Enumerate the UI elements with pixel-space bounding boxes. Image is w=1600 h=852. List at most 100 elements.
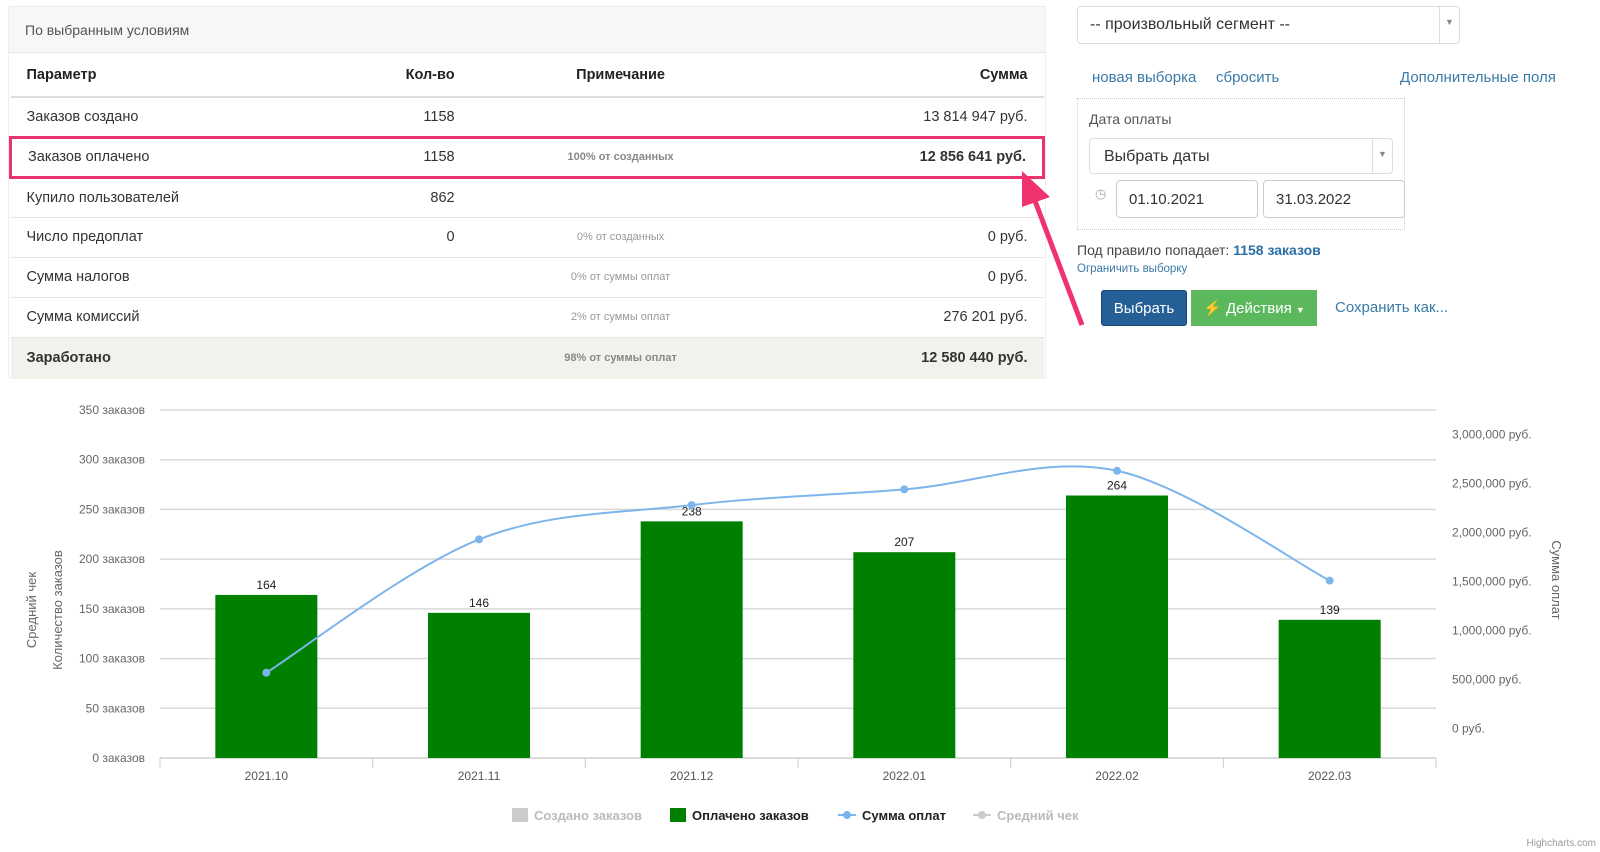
- col-note: Примечание: [470, 53, 771, 98]
- line-point[interactable]: [900, 485, 909, 494]
- qty-cell: 1158: [370, 135, 471, 179]
- legend-marker: [843, 811, 851, 819]
- panel-title: По выбранным условиям: [9, 7, 1045, 53]
- table-row: Сумма налогов 0% от суммы оплат 0 руб.: [10, 257, 1044, 298]
- y-right-label: Сумма оплат: [1549, 540, 1564, 619]
- bar[interactable]: [1278, 619, 1381, 758]
- note-cell: 0% от суммы оплат: [470, 257, 771, 298]
- qty-cell: 0: [370, 217, 471, 258]
- bar[interactable]: [428, 612, 530, 758]
- y-right-tick: 3,000,000 руб.: [1452, 428, 1532, 442]
- summary-table: Параметр Кол-во Примечание Сумма Заказов…: [8, 53, 1045, 379]
- select-button[interactable]: Выбрать: [1101, 290, 1187, 326]
- date-to-input[interactable]: 31.03.2022: [1263, 180, 1405, 218]
- col-param: Параметр: [10, 53, 371, 98]
- legend-swatch[interactable]: [512, 808, 528, 822]
- y-right-tick: 500,000 руб.: [1452, 673, 1522, 687]
- chevron-down-icon: ▼: [1372, 139, 1392, 173]
- segment-value: -- произвольный сегмент --: [1090, 16, 1290, 33]
- new-selection-link[interactable]: новая выборка: [1092, 69, 1196, 86]
- legend-swatch[interactable]: [670, 808, 686, 822]
- reset-link[interactable]: сбросить: [1216, 69, 1279, 86]
- table-row: Сумма комиссий 2% от суммы оплат 276 201 р…: [10, 297, 1044, 338]
- bar[interactable]: [1066, 495, 1168, 758]
- bar-label: 264: [1107, 479, 1127, 493]
- sum-cell: [770, 177, 1044, 218]
- y-right-tick: 1,000,000 руб.: [1452, 624, 1532, 638]
- bar[interactable]: [640, 521, 743, 758]
- rule-count: 1158 заказов: [1233, 242, 1321, 258]
- param-cell: Число предоплат: [10, 217, 371, 258]
- y-right-tick: 2,500,000 руб.: [1452, 477, 1532, 491]
- rule-info: Под правило попадает: 1158 заказов: [1077, 242, 1321, 258]
- rule-prefix: Под правило попадает:: [1077, 242, 1230, 258]
- line-point[interactable]: [687, 501, 696, 510]
- extra-fields-link[interactable]: Дополнительные поля: [1400, 69, 1556, 86]
- qty-cell: [370, 297, 471, 338]
- summary-panel: По выбранным условиям Параметр Кол-во Пр…: [8, 6, 1046, 379]
- date-label: Дата оплаты: [1089, 111, 1172, 127]
- note-cell: [470, 97, 771, 138]
- note-cell: 2% от суммы оплат: [470, 297, 771, 338]
- y-left-tick: 50 заказов: [86, 701, 145, 715]
- actions-button[interactable]: ⚡ Действия ▼: [1191, 290, 1317, 326]
- bar-label: 207: [894, 535, 914, 549]
- param-cell: Купило пользователей: [10, 177, 371, 218]
- y-left-tick: 250 заказов: [79, 502, 145, 516]
- legend-item[interactable]: Создано заказов: [534, 808, 642, 823]
- y-right-tick: 0 руб.: [1452, 722, 1485, 736]
- legend-item[interactable]: Средний чек: [997, 808, 1079, 823]
- x-tick-label: 2021.11: [458, 769, 501, 783]
- x-tick-label: 2021.10: [245, 769, 289, 783]
- date-from-input[interactable]: 01.10.2021: [1116, 180, 1258, 218]
- y-left-tick: 150 заказов: [79, 602, 145, 616]
- clock-icon: ◷: [1095, 186, 1107, 201]
- y-left-tick: 350 заказов: [79, 403, 145, 417]
- col-qty: Кол-во: [370, 53, 471, 98]
- bar-label: 146: [469, 596, 489, 610]
- line-sum-payments: [265, 465, 1331, 674]
- param-cell: Сумма налогов: [10, 257, 371, 298]
- col-sum: Сумма: [770, 53, 1044, 98]
- date-mode-select[interactable]: Выбрать даты ▼: [1089, 138, 1393, 174]
- table-row: Заказов оплачено 1158 100% от созданных 12 …: [8, 135, 1045, 179]
- y-left-tick: 0 заказов: [92, 751, 145, 765]
- bar[interactable]: [853, 552, 956, 758]
- bar-label: 139: [1320, 603, 1340, 617]
- param-cell: Заказов создано: [10, 97, 371, 138]
- param-cell: Заработано: [10, 337, 371, 379]
- legend-item[interactable]: Сумма оплат: [862, 808, 946, 823]
- table-row: Купило пользователей 862: [10, 177, 1044, 218]
- y-left-label-2: Количество заказов: [50, 550, 65, 670]
- orders-chart: 0 заказов 50 заказов 100 заказов 150 заказо…: [24, 403, 1596, 849]
- table-row: Число предоплат 0 0% от созданных 0 руб.: [10, 217, 1044, 258]
- note-cell: 100% от созданных: [470, 135, 771, 179]
- qty-cell: 862: [370, 177, 471, 218]
- sum-cell: 0 руб.: [770, 217, 1044, 258]
- sum-cell: 276 201 руб.: [770, 297, 1044, 338]
- sum-cell: 12 856 641 руб.: [770, 135, 1045, 179]
- x-tick-label: 2022.01: [883, 769, 927, 783]
- segment-select[interactable]: -- произвольный сегмент -- ▼: [1077, 6, 1460, 44]
- limit-selection-link[interactable]: Ограничить выборку: [1077, 263, 1187, 275]
- save-as-link[interactable]: Сохранить как...: [1335, 299, 1448, 316]
- caret-down-icon: ▼: [1295, 305, 1305, 315]
- y-left-tick: 300 заказов: [79, 453, 145, 467]
- param-cell: Заказов оплачено: [8, 135, 371, 179]
- y-left-label-1: Средний чек: [24, 572, 39, 648]
- legend-item[interactable]: Оплачено заказов: [692, 808, 809, 823]
- note-cell: 98% от суммы оплат: [470, 337, 771, 379]
- y-left-tick: 100 заказов: [79, 652, 145, 666]
- x-tick-label: 2022.02: [1095, 769, 1139, 783]
- legend-marker: [978, 811, 986, 819]
- lightning-icon: ⚡: [1203, 300, 1222, 317]
- credit[interactable]: Highcharts.com: [1527, 838, 1596, 849]
- line-point[interactable]: [1325, 576, 1334, 585]
- line-point[interactable]: [475, 535, 483, 544]
- note-cell: 0% от созданных: [470, 217, 771, 258]
- sum-cell: 13 814 947 руб.: [770, 97, 1044, 138]
- x-tick-label: 2022.03: [1308, 769, 1352, 783]
- line-point[interactable]: [1113, 466, 1121, 475]
- chevron-down-icon: ▼: [1439, 7, 1459, 43]
- line-point[interactable]: [262, 668, 271, 677]
